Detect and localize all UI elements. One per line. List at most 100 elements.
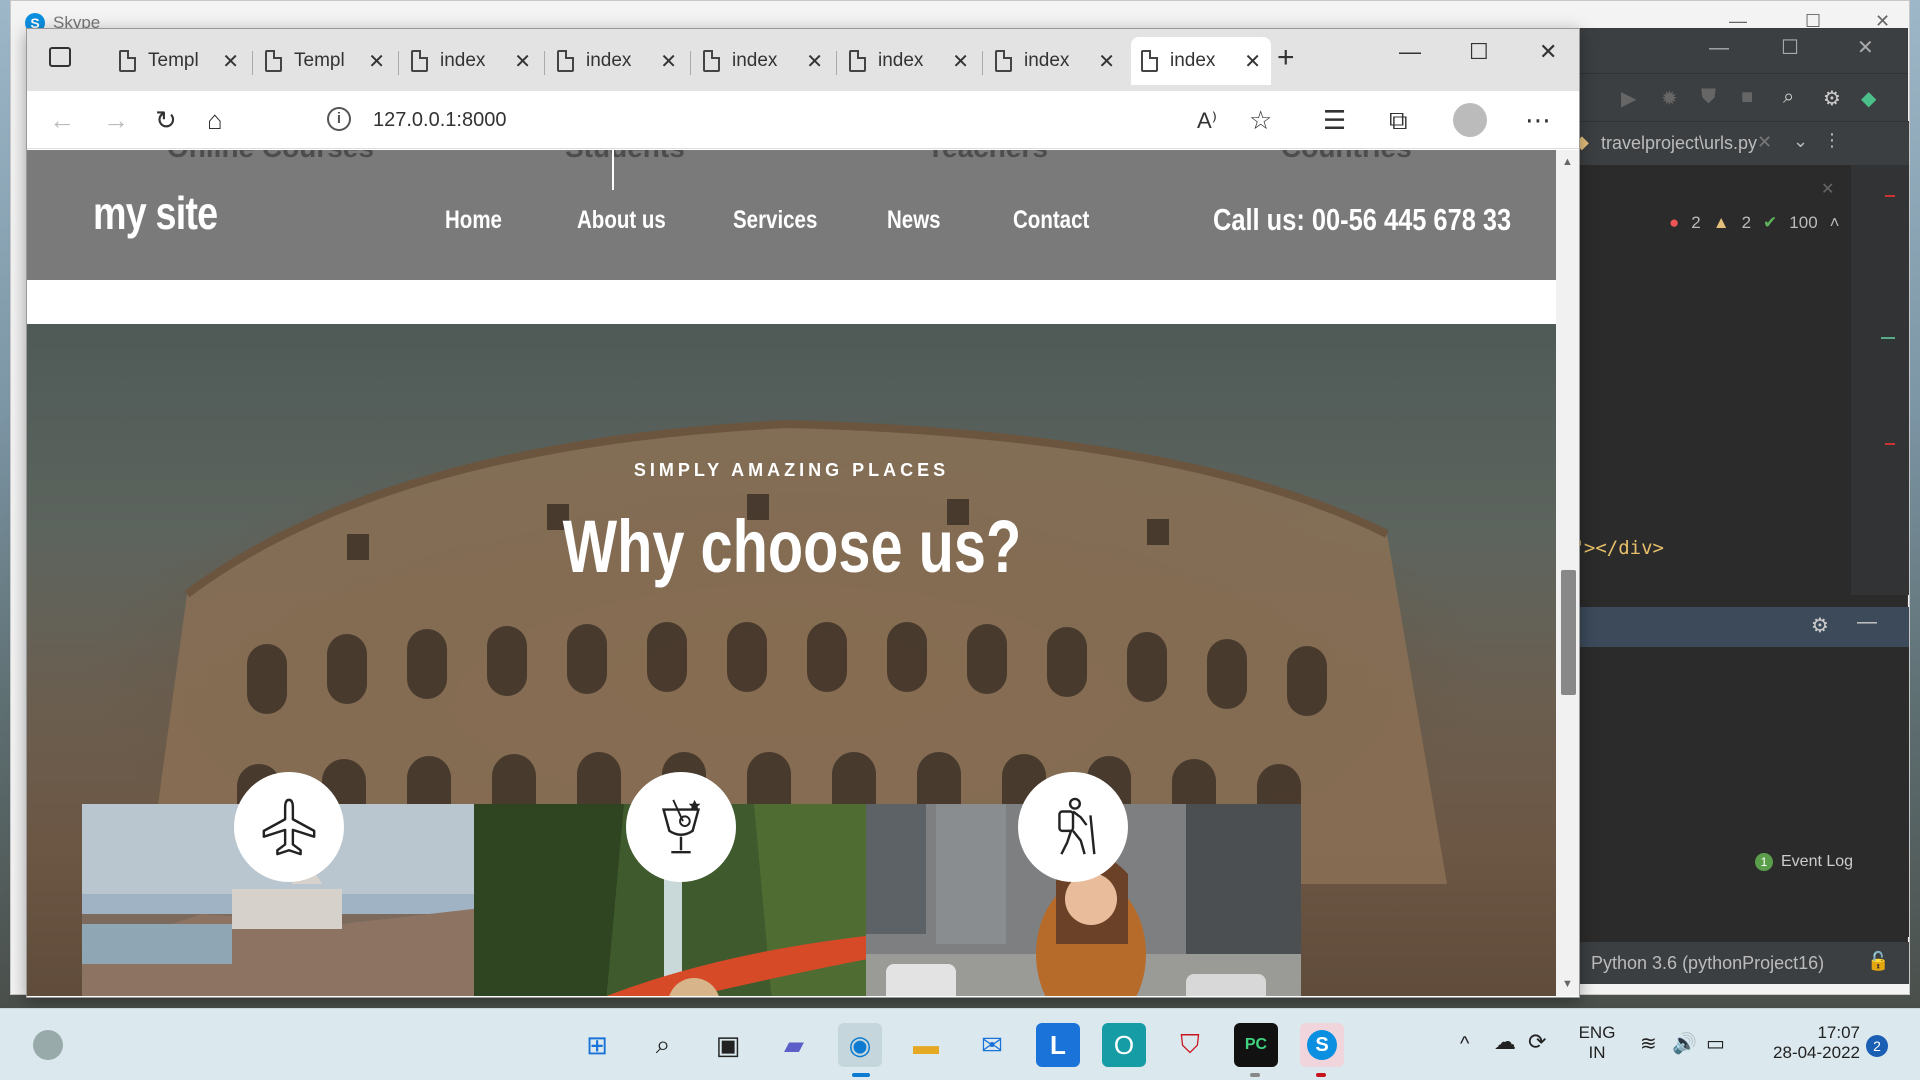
chevron-up-icon[interactable]: ˄ <box>1830 213 1840 233</box>
sync-icon[interactable]: ⟳ <box>1528 1029 1546 1055</box>
error-marker[interactable] <box>1885 195 1895 197</box>
airplane-icon <box>262 798 316 856</box>
nav-contact[interactable]: Contact <box>1013 206 1089 235</box>
add-favorite-icon[interactable]: ☆ <box>1249 105 1272 136</box>
tab-close-icon[interactable]: ✕ <box>1098 49 1115 74</box>
battery-icon[interactable]: ▭ <box>1706 1031 1725 1056</box>
debug-icon[interactable]: ✹ <box>1661 86 1678 111</box>
search-icon[interactable]: ⌕ <box>641 1023 685 1067</box>
tab-close-icon[interactable]: ✕ <box>1244 49 1261 74</box>
site-logo[interactable]: my site <box>93 186 218 240</box>
profile-avatar[interactable] <box>1453 103 1487 137</box>
change-marker[interactable] <box>1881 337 1895 339</box>
pycharm-icon[interactable]: PC <box>1234 1023 1278 1067</box>
url-field[interactable]: i 127.0.0.1:8000 <box>311 99 1239 141</box>
page-icon <box>849 50 866 72</box>
vertical-scrollbar[interactable]: ▲ ▼ <box>1556 150 1579 996</box>
tab-close-icon[interactable]: ✕ <box>806 49 823 74</box>
weather-icon[interactable] <box>26 1023 70 1067</box>
tool-window: 1 Event Log <box>1561 647 1909 937</box>
warning-count: 2 <box>1741 213 1752 232</box>
browser-tab[interactable]: Templ ✕ <box>255 37 395 85</box>
scroll-thumb[interactable] <box>1561 570 1576 695</box>
inspection-widget[interactable]: ●2 ▲2 ✔100 ˄ ˅ <box>1669 213 1862 233</box>
browser-tab[interactable]: index ✕ <box>839 37 979 85</box>
file-explorer-icon[interactable]: ▬ <box>904 1023 948 1067</box>
more-vertical-icon[interactable]: ⋮ <box>1823 130 1841 151</box>
error-marker[interactable] <box>1885 443 1895 445</box>
browser-maximize-button[interactable]: ☐ <box>1469 39 1489 65</box>
language-code: ENG <box>1578 1023 1616 1042</box>
wifi-icon[interactable]: ≋ <box>1640 1031 1657 1056</box>
home-icon[interactable]: ⌂ <box>207 105 223 136</box>
app-l-icon[interactable]: L <box>1036 1023 1080 1067</box>
interpreter-label[interactable]: Python 3.6 (pythonProject16) <box>1591 953 1824 974</box>
language-indicator[interactable]: ENG IN <box>1572 1023 1622 1063</box>
tab-label: Templ <box>148 50 199 71</box>
code-editor[interactable]: ✕ ●2 ▲2 ✔100 ˄ ˅ <box>1561 165 1862 595</box>
chat-icon[interactable]: ▰ <box>772 1023 816 1067</box>
scroll-up-arrow-icon[interactable]: ▲ <box>1562 156 1573 168</box>
editor-tab[interactable]: ◆ travelproject\urls.py ✕ ⌄ ⋮ <box>1561 121 1909 165</box>
settings-gear-icon[interactable]: ⚙ <box>1823 86 1841 111</box>
pycharm-minimize-button[interactable]: — <box>1709 37 1729 60</box>
hide-panel-icon[interactable]: — <box>1857 611 1877 634</box>
nav-news[interactable]: News <box>887 206 941 235</box>
settings-gear-icon[interactable]: ⚙ <box>1811 613 1829 638</box>
back-arrow-icon[interactable]: ← <box>49 105 75 136</box>
close-panel-icon[interactable]: ✕ <box>1821 179 1834 199</box>
tab-close-icon[interactable]: ✕ <box>660 49 677 74</box>
tab-divider <box>544 51 545 75</box>
browser-tab[interactable]: index ✕ <box>693 37 833 85</box>
more-options-icon[interactable]: ⋯ <box>1525 105 1551 136</box>
lock-icon[interactable]: 🔓 <box>1867 951 1889 972</box>
skype-taskbar-icon[interactable]: S <box>1300 1023 1344 1067</box>
favorites-icon[interactable]: ☰ <box>1323 105 1346 136</box>
pycharm-plugin-icon[interactable]: ◆ <box>1861 86 1876 111</box>
nav-about[interactable]: About us <box>577 206 666 235</box>
edge-icon[interactable]: ◉ <box>838 1023 882 1067</box>
browser-tab[interactable]: Templ ✕ <box>109 37 249 85</box>
search-icon[interactable]: ⌕ <box>1783 86 1794 109</box>
editor-tab-close-icon[interactable]: ✕ <box>1757 132 1772 153</box>
coverage-icon[interactable]: ⛊ <box>1701 86 1716 109</box>
hero-title: Why choose us? <box>27 504 1556 589</box>
run-icon[interactable]: ▶ <box>1621 86 1636 111</box>
notification-badge[interactable]: 2 <box>1866 1035 1888 1057</box>
read-aloud-icon[interactable]: A⁾ <box>1197 108 1217 134</box>
info-icon[interactable]: i <box>327 107 351 131</box>
tab-close-icon[interactable]: ✕ <box>952 49 969 74</box>
browser-tab[interactable]: index ✕ <box>985 37 1125 85</box>
chevron-up-icon[interactable]: ^ <box>1460 1033 1469 1056</box>
tab-close-icon[interactable]: ✕ <box>368 49 385 74</box>
nav-services[interactable]: Services <box>733 206 817 235</box>
chevron-down-icon[interactable]: ⌄ <box>1793 131 1808 152</box>
new-tab-button[interactable]: + <box>1277 41 1295 75</box>
forward-arrow-icon[interactable]: → <box>103 105 129 136</box>
browser-tab[interactable]: index ✕ <box>547 37 687 85</box>
collections-icon[interactable]: ⧉ <box>1389 105 1408 137</box>
tab-actions-icon[interactable] <box>49 47 71 67</box>
tab-close-icon[interactable]: ✕ <box>514 49 531 74</box>
mcafee-icon[interactable]: ⛉ <box>1168 1023 1212 1067</box>
onedrive-icon[interactable]: ☁ <box>1494 1029 1516 1055</box>
nav-home[interactable]: Home <box>445 206 502 235</box>
start-windows-icon[interactable]: ⊞ <box>575 1023 619 1067</box>
clock[interactable]: 17:07 28-04-2022 <box>1750 1023 1860 1063</box>
browser-close-button[interactable]: ✕ <box>1539 39 1557 65</box>
scroll-down-arrow-icon[interactable]: ▼ <box>1562 978 1573 990</box>
app-o-icon[interactable]: O <box>1102 1023 1146 1067</box>
volume-icon[interactable]: 🔊 <box>1672 1031 1697 1056</box>
refresh-icon[interactable]: ↻ <box>155 105 177 136</box>
browser-tab[interactable]: index ✕ <box>401 37 541 85</box>
pycharm-maximize-button[interactable]: ☐ <box>1781 35 1799 60</box>
browser-minimize-button[interactable]: — <box>1399 39 1421 65</box>
browser-tab-active[interactable]: index ✕ <box>1131 37 1271 85</box>
mail-icon[interactable]: ✉ <box>970 1023 1014 1067</box>
tab-close-icon[interactable]: ✕ <box>222 49 239 74</box>
event-log-button[interactable]: 1 Event Log <box>1755 853 1853 871</box>
pycharm-close-button[interactable]: ✕ <box>1857 35 1874 60</box>
task-view-icon[interactable]: ▣ <box>706 1023 750 1067</box>
pycharm-running-indicator <box>1250 1073 1260 1077</box>
stop-icon[interactable]: ■ <box>1741 86 1753 109</box>
